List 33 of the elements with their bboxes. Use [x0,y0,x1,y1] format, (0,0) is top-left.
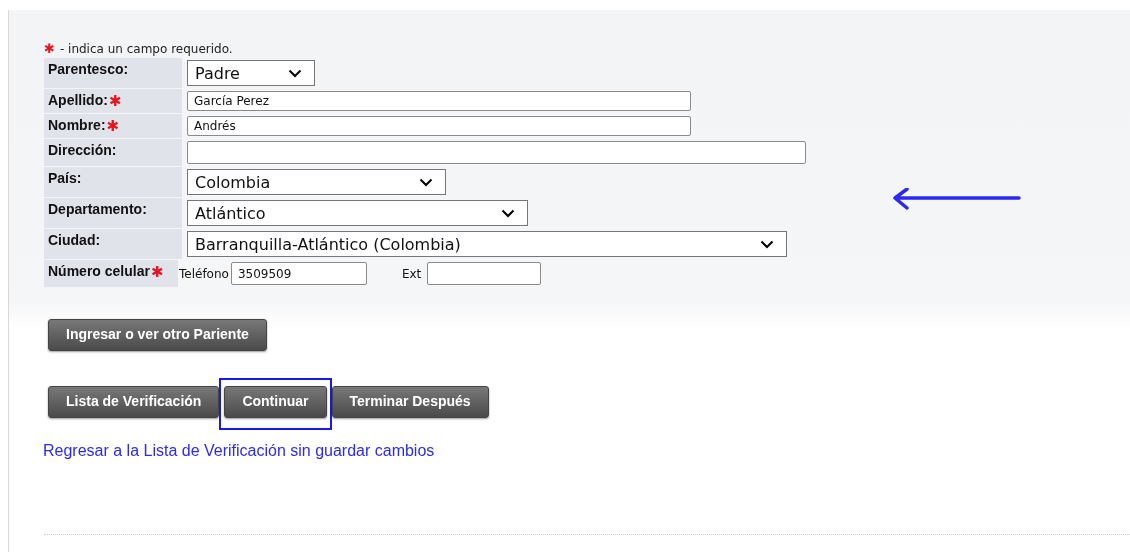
back-link[interactable]: Regresar a la Lista de Verificación sin guardar cambios [43,442,435,460]
ext-label: Ext [401,266,422,281]
text-field[interactable]: Andrés [187,116,691,136]
field-label: Parentesco: [48,61,129,77]
required-mark: ✱ [44,41,55,56]
required-mark: ✱ [108,92,122,110]
select-field[interactable]: Padre [187,60,315,86]
chevron-down-icon [501,208,515,218]
field-label: Ciudad: [48,232,101,248]
field-label: Número celular [48,263,150,279]
action-button[interactable]: Lista de Verificación [48,386,220,418]
required-mark: ✱ [106,117,120,135]
field-label: Apellido: [48,92,108,108]
ext-field[interactable] [427,262,542,285]
action-button[interactable]: Terminar Después [331,386,489,418]
required-mark: ✱ [150,263,164,281]
select-field[interactable]: Colombia [187,169,446,195]
action-button[interactable]: Continuar [224,386,327,418]
action-button[interactable]: Ingresar o ver otro Pariente [48,319,267,351]
text-field[interactable]: García Perez [187,91,691,111]
text-field[interactable] [187,141,806,164]
chevron-down-icon [760,239,774,249]
field-label: Nombre: [48,117,106,133]
phone-label: Teléfono [179,266,229,281]
field-label: País: [48,170,82,186]
select-field[interactable]: Atlántico [187,200,528,226]
phone-field[interactable]: 3509509 [230,262,367,285]
field-label: Dirección: [48,142,117,158]
chevron-down-icon [419,177,433,187]
chevron-down-icon [288,68,302,78]
select-field[interactable]: Barranquilla-Atlántico (Colombia) [187,231,787,257]
legend-text: - indica un campo requerido. [59,41,233,56]
field-label: Departamento: [48,201,147,217]
